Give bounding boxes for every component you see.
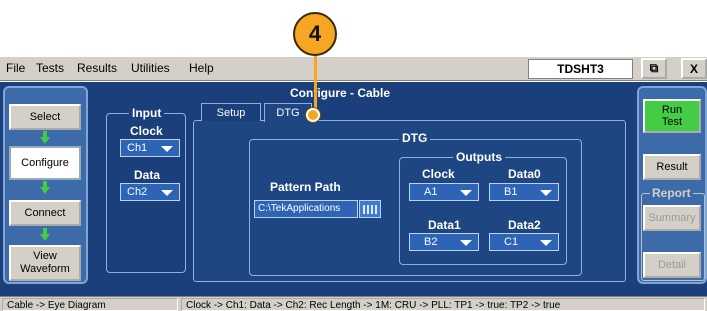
chevron-down-icon: [460, 240, 472, 246]
input-data-value: Ch2: [127, 186, 148, 198]
restore-window-button[interactable]: ⧉: [641, 58, 667, 79]
configure-button[interactable]: Configure: [9, 146, 81, 180]
callout-badge: 4: [293, 12, 337, 56]
callout-line: [314, 52, 317, 114]
pattern-path-label: Pattern Path: [270, 180, 341, 194]
menu-help[interactable]: Help: [189, 61, 214, 75]
menu-utilities[interactable]: Utilities: [131, 61, 170, 75]
dtg-group-label: DTG: [399, 131, 431, 145]
input-data-label: Data: [134, 168, 161, 182]
dtg-data2-value: C1: [504, 236, 519, 248]
close-window-button[interactable]: X: [681, 58, 707, 79]
dtg-data1-value: B2: [424, 236, 438, 248]
input-clock-label: Clock: [130, 124, 163, 138]
status-config-summary: Clock -> Ch1: Data -> Ch2: Rec Length ->…: [181, 298, 705, 311]
flow-arrow-head-icon: [40, 137, 50, 144]
chevron-down-icon: [161, 190, 173, 196]
page-title: Configure - Cable: [290, 86, 391, 100]
input-clock-dropdown[interactable]: Ch1: [120, 139, 180, 157]
dtg-data2-label: Data2: [508, 218, 541, 232]
dtg-data2-dropdown[interactable]: C1: [489, 233, 559, 251]
status-workflow: Cable -> Eye Diagram: [2, 298, 178, 311]
folder-browse-icon: [363, 204, 377, 214]
view-waveform-button[interactable]: View Waveform: [9, 245, 81, 281]
callout-dot: [306, 108, 320, 122]
dtg-clock-label: Clock: [422, 167, 455, 181]
chevron-down-icon: [460, 190, 472, 196]
report-group-label: Report: [650, 186, 693, 200]
dtg-data0-dropdown[interactable]: B1: [489, 183, 559, 201]
tab-dtg[interactable]: DTG: [264, 103, 312, 122]
input-clock-value: Ch1: [127, 142, 148, 154]
app-title: TDSHT3: [528, 59, 633, 79]
browse-button[interactable]: [359, 200, 381, 218]
dtg-clock-dropdown[interactable]: A1: [409, 183, 479, 201]
chevron-down-icon: [540, 240, 552, 246]
select-button[interactable]: Select: [9, 104, 81, 130]
connect-button[interactable]: Connect: [9, 200, 81, 226]
status-bar: Cable -> Eye Diagram Clock -> Ch1: Data …: [0, 296, 707, 311]
dtg-clock-value: A1: [424, 186, 438, 198]
tab-setup[interactable]: Setup: [201, 103, 261, 121]
dtg-data1-dropdown[interactable]: B2: [409, 233, 479, 251]
chevron-down-icon: [161, 146, 173, 152]
dtg-data1-label: Data1: [428, 218, 461, 232]
detail-button[interactable]: Detail: [643, 252, 701, 278]
summary-button[interactable]: Summary: [643, 205, 701, 231]
result-button[interactable]: Result: [643, 154, 701, 180]
flow-arrow-head-icon: [40, 187, 50, 194]
flow-arrow-head-icon: [40, 234, 50, 241]
menu-tests[interactable]: Tests: [36, 61, 64, 75]
dtg-data0-label: Data0: [508, 167, 541, 181]
menu-file[interactable]: File: [6, 61, 25, 75]
menu-results[interactable]: Results: [77, 61, 117, 75]
input-group-label: Input: [129, 106, 165, 120]
run-test-button[interactable]: Run Test: [643, 99, 701, 133]
outputs-group-label: Outputs: [453, 150, 505, 164]
pattern-path-input[interactable]: C:\TekApplications: [254, 200, 358, 218]
dtg-data0-value: B1: [504, 186, 518, 198]
chevron-down-icon: [540, 190, 552, 196]
input-data-dropdown[interactable]: Ch2: [120, 183, 180, 201]
